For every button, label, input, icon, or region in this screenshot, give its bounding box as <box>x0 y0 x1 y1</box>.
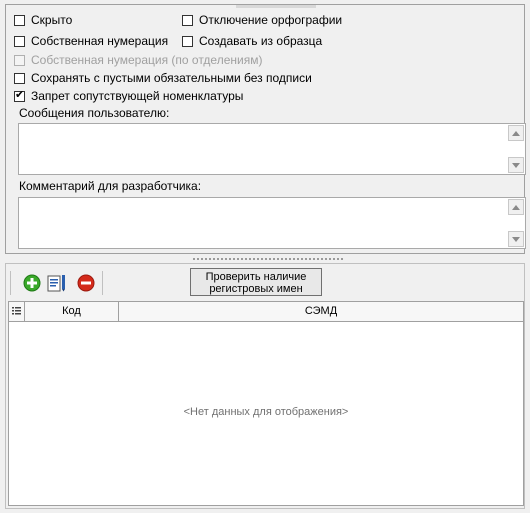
hidden-label: Скрыто <box>31 13 73 27</box>
column-chooser-icon <box>12 307 21 315</box>
check-registry-names-button[interactable]: Проверить наличие регистровых имен <box>190 268 322 296</box>
own-numbering-checkbox[interactable] <box>14 35 25 47</box>
scroll-down-button[interactable] <box>508 231 524 247</box>
dev-comment-label: Комментарий для разработчика: <box>19 179 202 193</box>
delete-button[interactable] <box>75 272 97 294</box>
semd-grid[interactable]: Код СЭМД <Нет данных для отображения> <box>8 301 524 506</box>
hidden-checkbox[interactable] <box>14 14 25 26</box>
save-with-empty-required-checkbox-row[interactable]: Сохранять с пустыми обязательными без по… <box>14 70 312 86</box>
panel-splitter[interactable] <box>193 258 343 262</box>
column-header-semd[interactable]: СЭМД <box>119 302 523 321</box>
add-icon <box>23 274 41 292</box>
scroll-up-button[interactable] <box>508 199 524 215</box>
edit-icon <box>47 275 65 292</box>
disable-spelling-checkbox-row[interactable]: Отключение орфографии <box>182 12 342 28</box>
forbid-related-nomenclature-checkbox-row[interactable]: ✔ Запрет сопутствующей номенклатуры <box>14 88 243 104</box>
registry-names-panel: Проверить наличие регистровых имен Код С… <box>5 263 525 509</box>
arrow-up-icon <box>512 130 520 136</box>
create-from-template-checkbox-row[interactable]: Создавать из образца <box>182 33 322 49</box>
dev-comment-scrollbar[interactable] <box>508 199 524 247</box>
dev-comment-textarea[interactable] <box>18 197 526 249</box>
grid-header: Код СЭМД <box>9 302 523 322</box>
create-from-template-label: Создавать из образца <box>199 34 323 48</box>
arrow-up-icon <box>512 204 520 210</box>
arrow-down-icon <box>512 162 520 168</box>
create-from-template-checkbox[interactable] <box>182 35 193 47</box>
own-numbering-checkbox-row[interactable]: Собственная нумерация <box>14 33 168 49</box>
own-numbering-by-dept-checkbox <box>14 54 25 66</box>
empty-grid-message: <Нет данных для отображения> <box>183 406 349 418</box>
disable-spelling-checkbox[interactable] <box>182 14 193 26</box>
column-chooser-button[interactable] <box>9 302 25 321</box>
column-header-code[interactable]: Код <box>25 302 119 321</box>
user-messages-textarea[interactable] <box>18 123 526 175</box>
delete-icon <box>77 274 95 292</box>
own-numbering-label: Собственная нумерация <box>31 34 169 48</box>
forbid-related-nomenclature-checkbox[interactable]: ✔ <box>14 87 25 102</box>
own-numbering-by-dept-checkbox-row: Собственная нумерация (по отделениям) <box>14 52 262 68</box>
hidden-checkbox-row[interactable]: Скрыто <box>14 12 72 28</box>
save-with-empty-required-label: Сохранять с пустыми обязательными без по… <box>31 71 312 85</box>
arrow-down-icon <box>512 236 520 242</box>
forbid-related-nomenclature-label: Запрет сопутствующей номенклатуры <box>31 89 244 103</box>
user-messages-scrollbar[interactable] <box>508 125 524 173</box>
edit-button[interactable] <box>46 272 68 294</box>
add-button[interactable] <box>21 272 43 294</box>
panel-grip <box>236 5 316 8</box>
checkmark-icon: ✔ <box>15 87 25 101</box>
save-with-empty-required-checkbox[interactable] <box>14 72 25 84</box>
properties-panel: Скрыто Отключение орфографии Собственная… <box>5 4 526 254</box>
toolbar-separator <box>10 271 11 295</box>
user-messages-label: Сообщения пользователю: <box>19 106 170 120</box>
scroll-up-button[interactable] <box>508 125 524 141</box>
scroll-down-button[interactable] <box>508 157 524 173</box>
own-numbering-by-dept-label: Собственная нумерация (по отделениям) <box>31 53 263 67</box>
disable-spelling-label: Отключение орфографии <box>199 13 343 27</box>
toolbar-separator <box>102 271 103 295</box>
